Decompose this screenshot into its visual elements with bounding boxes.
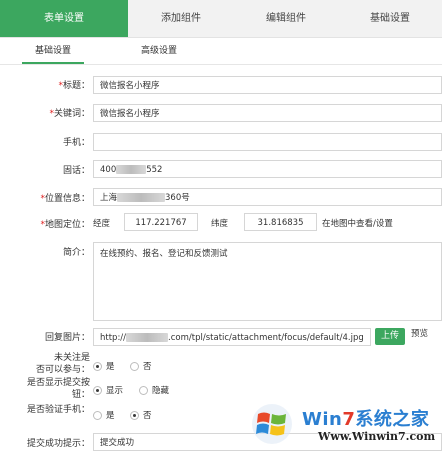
location-input[interactable]: 上海 360号 (93, 188, 442, 206)
title-label: *标题： (58, 81, 90, 91)
tab-add-component[interactable]: 添加组件 (128, 0, 234, 37)
longitude-label: 经度 (93, 219, 111, 229)
map-view-link[interactable]: 在地图中查看/设置 (322, 215, 393, 233)
tab-edit-component[interactable]: 编辑组件 (234, 0, 338, 37)
sub-tab-bar: 基础设置 高级设置 (0, 38, 442, 65)
unfollowed-no-label: 否 (143, 362, 152, 372)
preview-link[interactable]: 预览 (411, 327, 428, 341)
intro-label: 简介： (62, 248, 90, 258)
phone-label: 固话： (62, 166, 90, 176)
intro-textarea[interactable]: 在线预约、报名、登记和反馈测试 (93, 242, 442, 321)
latitude-input[interactable]: 31.816835 (244, 213, 317, 231)
latitude-label: 纬度 (211, 219, 229, 229)
subtab-advanced[interactable]: 高级设置 (128, 38, 190, 64)
location-label: *位置信息： (40, 194, 90, 204)
phone-input[interactable]: 400 552 (93, 160, 442, 178)
unfollowed-label: 未关注是 否可以参与： (35, 353, 90, 375)
unfollowed-yes-radio[interactable] (93, 362, 102, 371)
subtab-basic[interactable]: 基础设置 (22, 38, 84, 64)
verify-phone-no-radio[interactable] (130, 411, 139, 420)
reply-image-url-input[interactable]: http://.com/tpl/static/attachment/focus/… (93, 328, 371, 346)
top-tab-bar: 表单设置 添加组件 编辑组件 基础设置 (0, 0, 442, 38)
verify-phone-yes-radio[interactable] (93, 411, 102, 420)
success-tip-label: 提交成功提示： (26, 439, 90, 449)
mobile-label: 手机： (62, 138, 90, 148)
watermark-url: Www.Winwin7.com (318, 430, 436, 443)
tab-basic-settings[interactable]: 基础设置 (338, 0, 442, 37)
redacted-mask (116, 165, 147, 174)
show-submit-show-label: 显示 (106, 386, 124, 396)
verify-phone-no-label: 否 (143, 411, 152, 421)
redacted-mask (126, 333, 169, 342)
verify-phone-label: 是否验证手机： (26, 405, 90, 415)
watermark-brand: Win7系统之家 (302, 409, 430, 430)
verify-phone-yes-label: 是 (106, 411, 115, 421)
show-submit-label: 是否显示提交按 钮： (26, 378, 90, 400)
map-label: *地图定位： (40, 220, 90, 230)
upload-button[interactable]: 上传 (375, 328, 405, 345)
tab-form-settings[interactable]: 表单设置 (0, 0, 128, 37)
show-submit-hide-radio[interactable] (139, 386, 148, 395)
longitude-input[interactable]: 117.221767 (124, 213, 198, 231)
title-input[interactable]: 微信报名小程序 (93, 76, 442, 94)
windows-logo-icon (252, 404, 292, 444)
redacted-mask (117, 193, 166, 202)
show-submit-show-radio[interactable] (93, 386, 102, 395)
keywords-label: *关键词： (49, 109, 90, 119)
keywords-input[interactable]: 微信报名小程序 (93, 104, 442, 122)
show-submit-hide-label: 隐藏 (152, 386, 170, 396)
unfollowed-yes-label: 是 (106, 362, 115, 372)
unfollowed-no-radio[interactable] (130, 362, 139, 371)
reply-image-label: 回复图片： (44, 333, 90, 343)
mobile-input[interactable] (93, 133, 442, 151)
